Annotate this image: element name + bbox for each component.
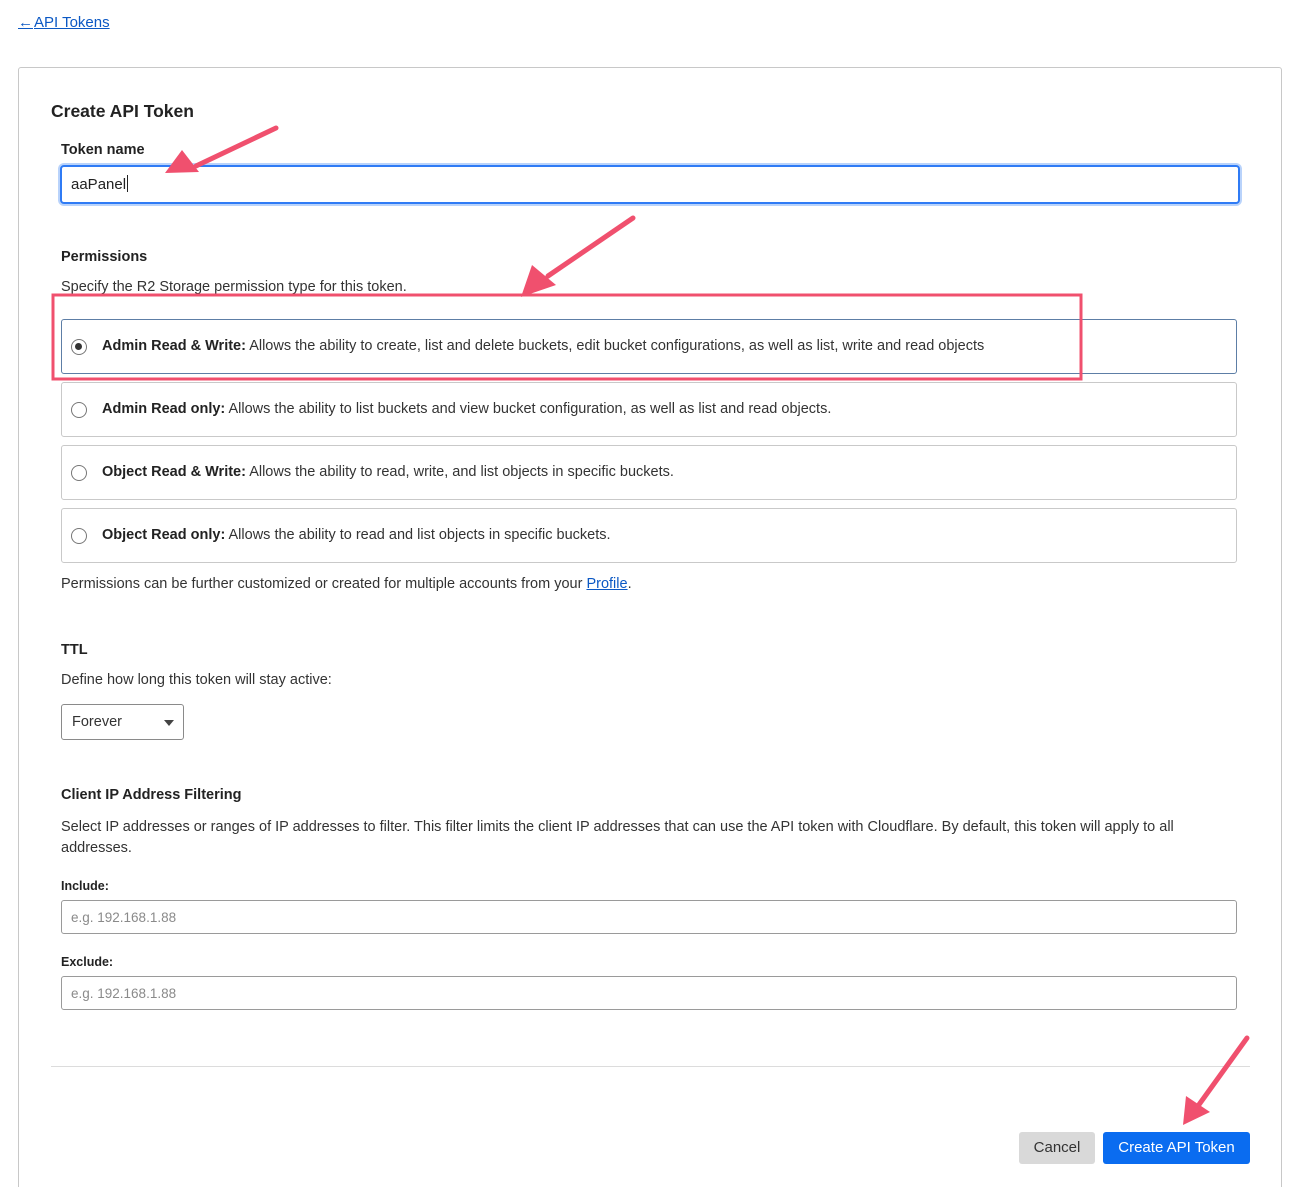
token-name-value: aaPanel — [71, 176, 127, 193]
option-description: Allows the ability to create, list and d… — [249, 338, 985, 354]
option-description: Allows the ability to list buckets and v… — [228, 401, 832, 417]
permissions-footer: Permissions can be further customized or… — [61, 576, 632, 592]
back-link-label: API Tokens — [34, 14, 110, 31]
option-name: Admin Read only: — [102, 401, 226, 417]
ttl-label: TTL — [61, 642, 88, 658]
exclude-ip-input[interactable] — [61, 976, 1237, 1010]
option-description: Allows the ability to read and list obje… — [228, 527, 611, 543]
option-name: Object Read & Write: — [102, 464, 246, 480]
ttl-description: Define how long this token will stay act… — [61, 672, 332, 688]
token-name-input[interactable]: aaPanel — [60, 165, 1240, 204]
ip-filtering-label: Client IP Address Filtering — [61, 787, 242, 803]
token-name-label: Token name — [61, 142, 145, 158]
page-title: Create API Token — [51, 101, 194, 121]
option-description: Allows the ability to read, write, and l… — [249, 464, 674, 480]
cancel-button[interactable]: Cancel — [1019, 1132, 1095, 1164]
text-caret — [127, 175, 129, 192]
profile-link[interactable]: Profile — [586, 576, 627, 592]
ip-filtering-description: Select IP addresses or ranges of IP addr… — [61, 819, 1174, 856]
permission-option-admin-read-write[interactable]: Admin Read & Write: Allows the ability t… — [61, 319, 1237, 374]
radio-selected-icon[interactable] — [71, 339, 87, 355]
permission-option-admin-read-only[interactable]: Admin Read only: Allows the ability to l… — [61, 382, 1237, 437]
create-api-token-button[interactable]: Create API Token — [1103, 1132, 1250, 1164]
permissions-label: Permissions — [61, 249, 148, 265]
include-ip-input[interactable] — [61, 900, 1237, 934]
caret-down-icon — [164, 720, 174, 726]
back-to-api-tokens-link[interactable]: ←API Tokens — [18, 14, 110, 31]
exclude-label: Exclude: — [61, 955, 114, 969]
permission-option-object-read-write[interactable]: Object Read & Write: Allows the ability … — [61, 445, 1237, 500]
radio-icon[interactable] — [71, 528, 87, 544]
permissions-description: Specify the R2 Storage permission type f… — [61, 279, 407, 295]
include-label: Include: — [61, 879, 109, 893]
ttl-selected-value: Forever — [72, 714, 122, 730]
permission-option-object-read-only[interactable]: Object Read only: Allows the ability to … — [61, 508, 1237, 563]
footer-divider — [51, 1066, 1250, 1067]
radio-icon[interactable] — [71, 402, 87, 418]
option-name: Admin Read & Write: — [102, 338, 246, 354]
create-token-card: Create API Token Token name aaPanel Perm… — [18, 67, 1282, 1187]
option-name: Object Read only: — [102, 527, 226, 543]
back-arrow-icon: ← — [18, 14, 33, 31]
radio-icon[interactable] — [71, 465, 87, 481]
ttl-select[interactable]: Forever — [61, 704, 184, 740]
